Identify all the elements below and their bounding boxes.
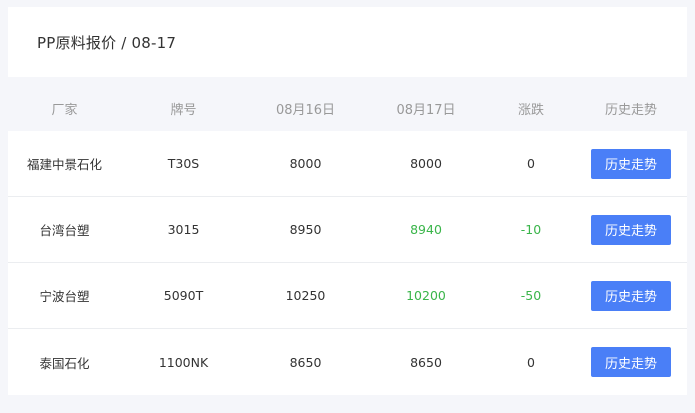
- curr-price-cell: 8940: [410, 222, 442, 237]
- history-cell: 历史走势: [575, 214, 687, 245]
- history-cell: 历史走势: [575, 280, 687, 311]
- column-header-maker: 厂家: [51, 102, 78, 118]
- price-table: 厂家 牌号 08月16日 08月17日 涨跌 历史走势 福建中景石化 T30S …: [8, 85, 687, 395]
- table-row: 台湾台塑 3015 8950 8940 -10 历史走势: [8, 197, 687, 263]
- prev-price-cell: 8950: [289, 222, 322, 237]
- prev-price-cell: 8650: [289, 354, 322, 370]
- table-row: 泰国石化 1100NK 8650 8650 0 历史走势: [8, 329, 687, 395]
- table-row: 福建中景石化 T30S 8000 8000 0 历史走势: [8, 131, 687, 197]
- curr-price-cell: 8000: [410, 156, 442, 171]
- column-header-grade: 牌号: [170, 102, 197, 118]
- maker-cell: 福建中景石化: [26, 157, 102, 172]
- grade-cell: 3015: [167, 222, 200, 237]
- grade-cell: 1100NK: [158, 354, 209, 370]
- grade-cell: 5090T: [163, 288, 204, 303]
- title-card: PP原料报价 / 08-17: [8, 7, 687, 77]
- maker-cell: 泰国石化: [39, 355, 90, 371]
- maker-cell: 宁波台塑: [39, 289, 90, 304]
- change-cell: 0: [527, 354, 535, 370]
- history-trend-button[interactable]: 历史走势: [591, 347, 671, 377]
- column-header-prev-date: 08月16日: [275, 102, 336, 118]
- column-header-change: 涨跌: [517, 102, 544, 118]
- grade-cell: T30S: [167, 156, 200, 171]
- page-title: PP原料报价 / 08-17: [37, 33, 177, 52]
- price-panel: PP原料报价 / 08-17 厂家 牌号 08月16日 08月17日 涨跌 历史…: [0, 0, 695, 413]
- curr-price-cell: 8650: [410, 354, 442, 370]
- history-cell: 历史走势: [575, 148, 687, 179]
- column-header-curr-date: 08月17日: [396, 102, 456, 118]
- change-cell: -10: [520, 222, 542, 237]
- column-header-history: 历史走势: [604, 102, 657, 118]
- prev-price-cell: 10250: [285, 288, 326, 303]
- change-cell: 0: [527, 156, 535, 171]
- maker-cell: 台湾台塑: [39, 223, 90, 238]
- history-trend-button[interactable]: 历史走势: [591, 214, 671, 245]
- history-cell: 历史走势: [575, 347, 687, 377]
- history-trend-button[interactable]: 历史走势: [591, 148, 671, 179]
- table-header: 厂家 牌号 08月16日 08月17日 涨跌 历史走势: [8, 85, 687, 131]
- history-trend-button[interactable]: 历史走势: [591, 280, 671, 311]
- curr-price-cell: 10200: [406, 288, 446, 303]
- change-cell: -50: [520, 288, 542, 303]
- prev-price-cell: 8000: [289, 156, 322, 171]
- table-row: 宁波台塑 5090T 10250 10200 -50 历史走势: [8, 263, 687, 329]
